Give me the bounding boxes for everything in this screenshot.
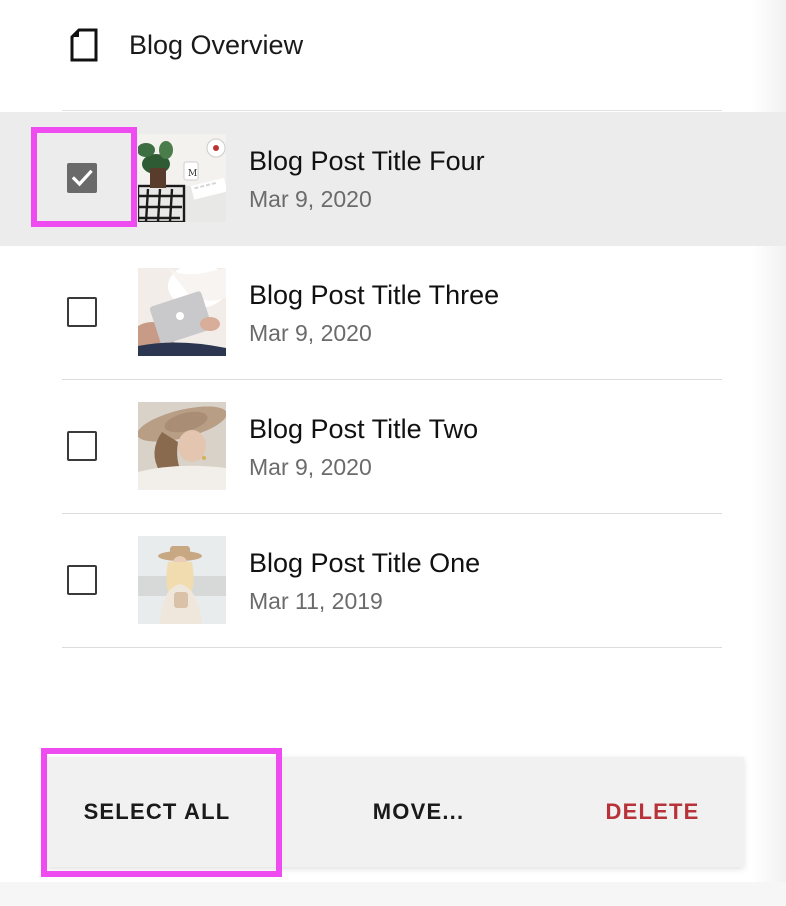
post-row-selected[interactable]: M Blog Post Title Four Mar 9, 2020: [0, 112, 786, 246]
post-title[interactable]: Blog Post Title One: [249, 546, 480, 580]
divider: [62, 647, 722, 648]
post-row[interactable]: Blog Post Title One Mar 11, 2019: [0, 514, 786, 648]
post-row[interactable]: Blog Post Title Three Mar 9, 2020: [0, 246, 786, 380]
post-checkbox[interactable]: [67, 565, 97, 595]
svg-text:M: M: [188, 169, 197, 179]
post-title[interactable]: Blog Post Title Two: [249, 412, 478, 446]
post-title[interactable]: Blog Post Title Three: [249, 278, 499, 312]
post-checkbox[interactable]: [67, 297, 97, 327]
laptop-thumbnail: [138, 268, 226, 356]
checkmark-icon: [71, 169, 93, 187]
desk-workspace-thumbnail: M: [138, 134, 226, 222]
bulk-action-bar: SELECT ALL MOVE... DELETE: [46, 757, 744, 867]
divider: [62, 110, 722, 111]
page-icon: [70, 28, 98, 62]
page-title: Blog Overview: [129, 30, 304, 60]
bottom-strip: [0, 882, 786, 906]
post-checkbox-checked[interactable]: [67, 163, 97, 193]
delete-button[interactable]: DELETE: [561, 757, 744, 867]
post-date: Mar 9, 2020: [249, 454, 372, 480]
page-header[interactable]: Blog Overview: [0, 0, 786, 110]
post-title[interactable]: Blog Post Title Four: [249, 144, 485, 178]
post-date: Mar 9, 2020: [249, 186, 372, 212]
hat-woman-thumbnail: [138, 402, 226, 490]
post-date: Mar 11, 2019: [249, 588, 383, 614]
woman-portrait-thumbnail: [138, 536, 226, 624]
post-row[interactable]: Blog Post Title Two Mar 9, 2020: [0, 380, 786, 514]
move-button[interactable]: MOVE...: [321, 757, 516, 867]
post-checkbox[interactable]: [67, 431, 97, 461]
post-date: Mar 9, 2020: [249, 320, 372, 346]
select-all-button[interactable]: SELECT ALL: [46, 757, 268, 867]
